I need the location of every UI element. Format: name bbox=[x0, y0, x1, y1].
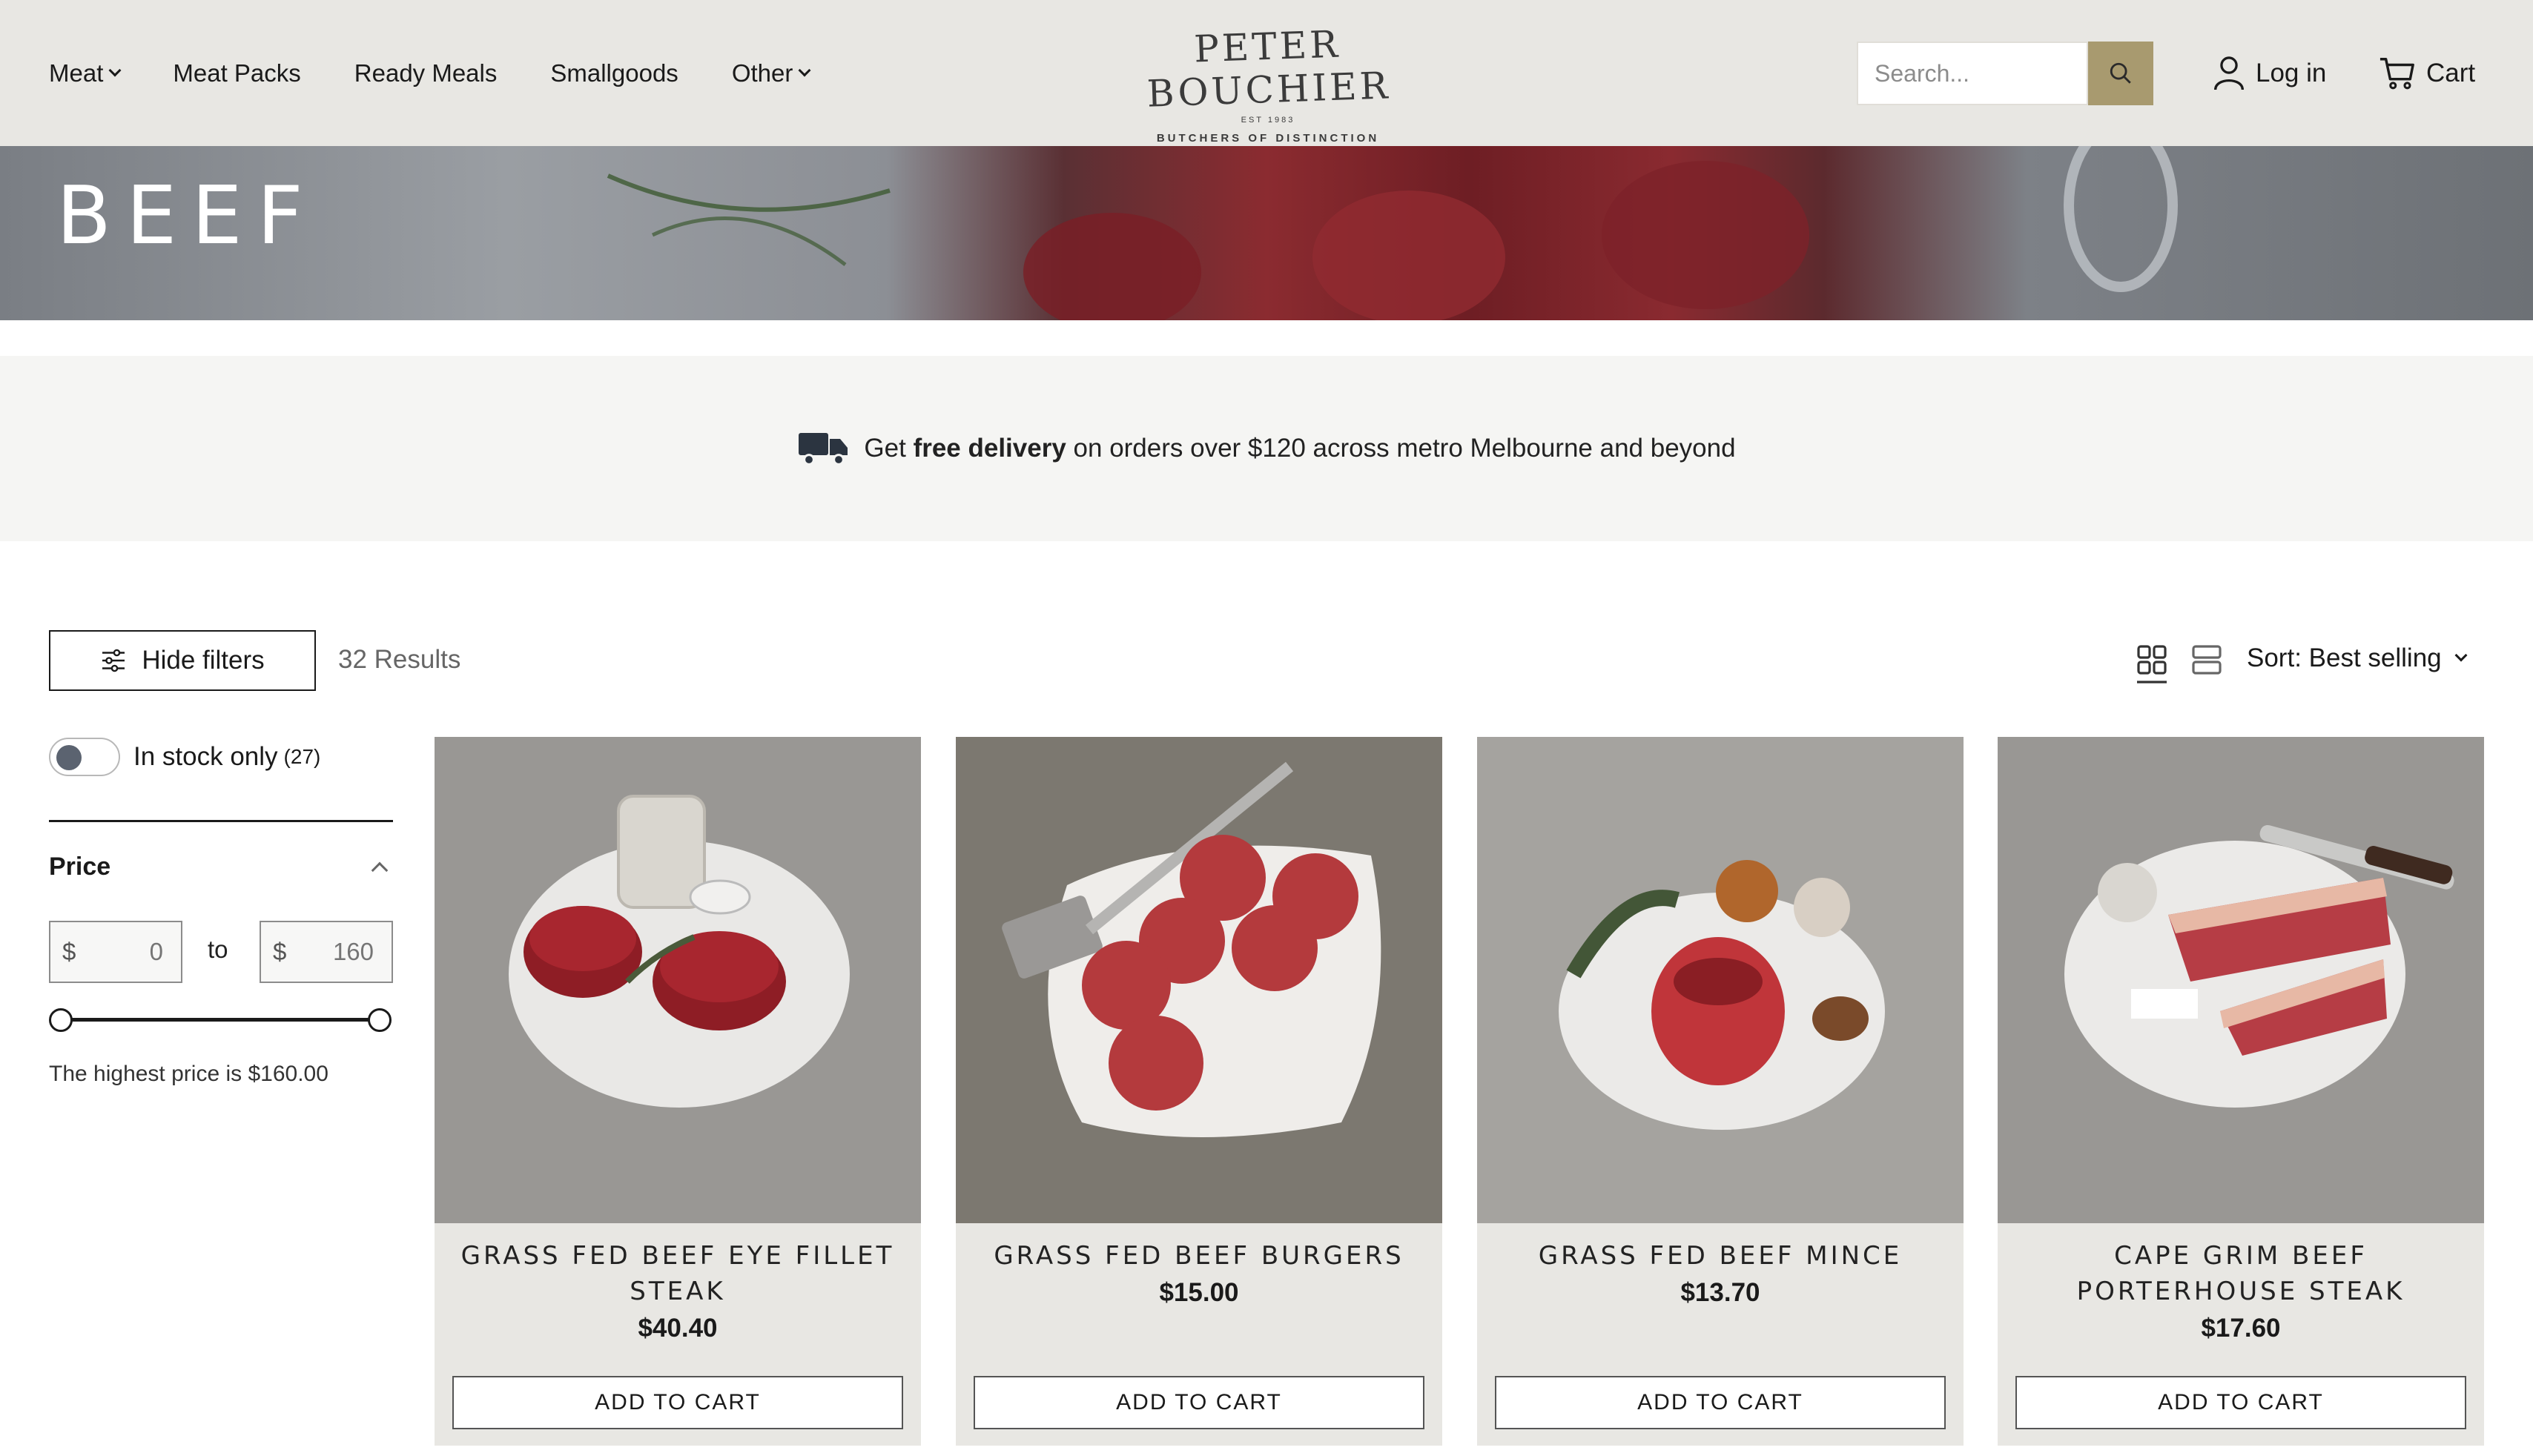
product-card[interactable]: GRASS FED BEEF EYE FILLET STEAK $40.40 A… bbox=[435, 737, 921, 1446]
add-to-cart-button[interactable]: ADD TO CART bbox=[1495, 1376, 1946, 1429]
price-filter-header[interactable]: Price bbox=[49, 853, 393, 881]
truck-icon bbox=[799, 433, 848, 466]
highest-price-note: The highest price is $160.00 bbox=[49, 1062, 328, 1086]
chevron-down-icon bbox=[2454, 649, 2468, 662]
search-input[interactable] bbox=[1857, 42, 2088, 105]
main-nav: Meat Meat Packs Ready Meals Smallgoods O… bbox=[49, 0, 862, 146]
grid-view-toggle[interactable] bbox=[2136, 643, 2168, 685]
nav-item-meat[interactable]: Meat bbox=[49, 59, 122, 87]
delivery-highlight: free delivery bbox=[913, 434, 1066, 463]
sort-label: Sort: Best selling bbox=[2247, 643, 2442, 672]
product-image[interactable] bbox=[1998, 737, 2484, 1223]
nav-item-label: Meat Packs bbox=[173, 59, 301, 87]
nav-item-label: Other bbox=[731, 59, 793, 87]
list-view-icon bbox=[2192, 645, 2222, 675]
product-name[interactable]: GRASS FED BEEF BURGERS bbox=[971, 1238, 1427, 1274]
search-form bbox=[1857, 42, 2153, 105]
price-slider-track[interactable] bbox=[61, 1018, 380, 1022]
hide-filters-button[interactable]: Hide filters bbox=[49, 630, 316, 691]
page-title: BEEF bbox=[56, 170, 318, 262]
price-range-separator: to bbox=[208, 936, 228, 963]
price-max-field: $ bbox=[260, 921, 393, 983]
site-header: Meat Meat Packs Ready Meals Smallgoods O… bbox=[0, 0, 2533, 146]
add-to-cart-button[interactable]: ADD TO CART bbox=[974, 1376, 1424, 1429]
price-slider-max-handle[interactable] bbox=[368, 1008, 392, 1032]
product-price: $40.40 bbox=[638, 1314, 718, 1343]
hide-filters-label: Hide filters bbox=[142, 646, 265, 675]
sort-dropdown[interactable]: Sort: Best selling bbox=[2247, 643, 2468, 673]
product-image[interactable] bbox=[435, 737, 921, 1223]
price-filter-title: Price bbox=[49, 853, 111, 881]
cart-link[interactable]: Cart bbox=[2379, 0, 2475, 146]
currency-symbol: $ bbox=[273, 938, 287, 965]
product-image[interactable] bbox=[1477, 737, 1964, 1223]
list-view-toggle[interactable] bbox=[2190, 643, 2223, 679]
add-to-cart-button[interactable]: ADD TO CART bbox=[2015, 1376, 2466, 1429]
user-icon bbox=[2214, 56, 2244, 90]
nav-item-meat-packs[interactable]: Meat Packs bbox=[173, 59, 300, 87]
product-name[interactable]: GRASS FED BEEF EYE FILLET STEAK bbox=[449, 1238, 906, 1309]
product-card[interactable]: GRASS FED BEEF MINCE $13.70 ADD TO CART bbox=[1477, 737, 1964, 1446]
product-price: $17.60 bbox=[2201, 1314, 2281, 1343]
login-label: Log in bbox=[2256, 58, 2327, 87]
login-link[interactable]: Log in bbox=[2213, 0, 2326, 146]
product-card[interactable]: GRASS FED BEEF BURGERS $15.00 ADD TO CAR… bbox=[956, 737, 1442, 1446]
chevron-down-icon bbox=[108, 64, 122, 76]
cart-label: Cart bbox=[2426, 58, 2476, 87]
add-to-cart-button[interactable]: ADD TO CART bbox=[452, 1376, 903, 1429]
logo-main-text: PETER BOUCHIER bbox=[1146, 22, 1392, 116]
product-name[interactable]: CAPE GRIM BEEF PORTERHOUSE STEAK bbox=[2012, 1238, 2469, 1309]
nav-item-other[interactable]: Other bbox=[731, 59, 811, 87]
in-stock-toggle[interactable] bbox=[49, 738, 120, 776]
product-image-porterhouse bbox=[1998, 737, 2484, 1223]
delivery-prefix: Get bbox=[864, 434, 914, 463]
price-min-field: $ bbox=[49, 921, 182, 983]
filter-sliders-icon bbox=[102, 649, 125, 672]
product-price: $15.00 bbox=[1159, 1278, 1239, 1307]
search-button[interactable] bbox=[2088, 42, 2153, 105]
in-stock-filter: In stock only (27) bbox=[49, 738, 320, 776]
delivery-banner: Get free delivery on orders over $120 ac… bbox=[0, 356, 2533, 541]
product-price: $13.70 bbox=[1680, 1278, 1760, 1307]
filter-divider bbox=[49, 820, 393, 822]
grid-view-icon bbox=[2137, 645, 2167, 684]
product-image[interactable] bbox=[956, 737, 1442, 1223]
hero-banner: BEEF bbox=[0, 146, 2533, 320]
delivery-suffix: on orders over $120 across metro Melbour… bbox=[1066, 434, 1736, 463]
logo-est-text: EST 1983 bbox=[1241, 116, 1295, 125]
chevron-down-icon bbox=[798, 64, 811, 76]
product-card[interactable]: CAPE GRIM BEEF PORTERHOUSE STEAK $17.60 … bbox=[1998, 737, 2484, 1446]
in-stock-label: In stock only bbox=[133, 742, 278, 771]
product-image-eye-fillet bbox=[435, 737, 921, 1223]
price-max-input[interactable] bbox=[307, 938, 374, 966]
hero-image bbox=[607, 146, 2178, 320]
logo-tagline: BUTCHERS OF DISTINCTION bbox=[1156, 132, 1380, 145]
price-min-input[interactable] bbox=[96, 938, 163, 966]
product-name[interactable]: GRASS FED BEEF MINCE bbox=[1492, 1238, 1949, 1274]
currency-symbol: $ bbox=[62, 938, 76, 965]
results-count: 32 Results bbox=[338, 645, 461, 674]
nav-item-label: Meat bbox=[49, 59, 104, 87]
chevron-up-icon[interactable] bbox=[371, 861, 389, 878]
nav-item-label: Smallgoods bbox=[550, 59, 678, 87]
price-slider-min-handle[interactable] bbox=[49, 1008, 73, 1032]
nav-item-smallgoods[interactable]: Smallgoods bbox=[550, 59, 678, 87]
product-image-burgers bbox=[956, 737, 1442, 1223]
nav-item-label: Ready Meals bbox=[354, 59, 498, 87]
product-image-mince bbox=[1477, 737, 1964, 1223]
site-logo[interactable]: PETER BOUCHIER EST 1983 BUTCHERS OF DIST… bbox=[1120, 15, 1416, 145]
search-icon bbox=[2110, 62, 2131, 84]
in-stock-count: (27) bbox=[283, 745, 321, 768]
cart-icon bbox=[2380, 57, 2414, 89]
nav-item-ready-meals[interactable]: Ready Meals bbox=[354, 59, 498, 87]
